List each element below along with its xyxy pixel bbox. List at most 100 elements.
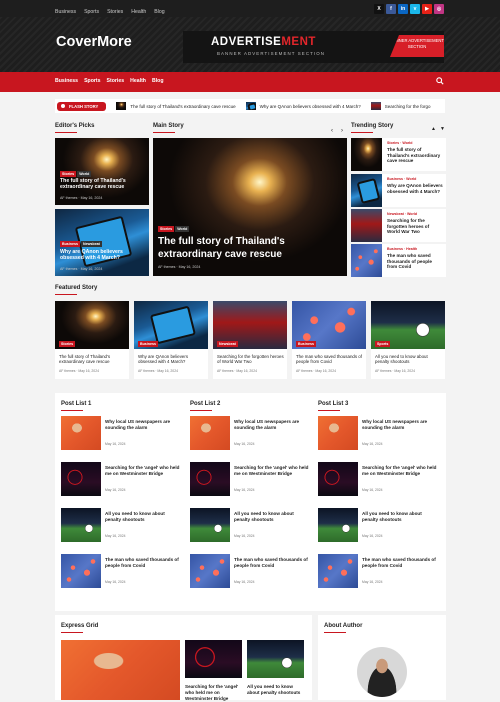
nav-item-stories[interactable]: Stories bbox=[107, 78, 125, 84]
flash-item[interactable]: The full story of Thailand's extraordina… bbox=[116, 102, 236, 110]
top-link-business[interactable]: Business bbox=[55, 9, 76, 15]
editors-pick-card[interactable]: Business Newsbeat Why are QAnon believers… bbox=[55, 209, 149, 276]
post-list-item[interactable]: The man who saved thousands of people fr… bbox=[61, 554, 181, 588]
youtube-icon[interactable]: ▶ bbox=[422, 3, 432, 14]
trending-item[interactable]: Stories · World The full story of Thailan… bbox=[351, 138, 446, 171]
instagram-icon[interactable]: ◎ bbox=[434, 3, 444, 14]
linkedin-icon[interactable]: in bbox=[398, 3, 408, 14]
post-title[interactable]: Why local US newspapers are sounding the… bbox=[362, 419, 438, 431]
editors-pick-meta: AF themes · May 16, 2024 bbox=[60, 267, 103, 271]
main-prev-arrow-icon[interactable]: ‹ bbox=[331, 128, 333, 134]
post-date: May 16, 2024 bbox=[105, 442, 126, 446]
post-thumbnail[interactable] bbox=[190, 462, 230, 496]
post-date: May 16, 2024 bbox=[362, 580, 383, 584]
top-link-sports[interactable]: Sports bbox=[84, 9, 99, 15]
featured-card[interactable]: Sports All you need to know about penalty… bbox=[371, 301, 445, 379]
post-title[interactable]: The man who saved thousands of people fr… bbox=[105, 557, 181, 569]
ad-tag: BANNER ADVERTISEMENT SECTION bbox=[390, 35, 444, 57]
post-list-item[interactable]: Searching for the 'angel' who held me on… bbox=[318, 462, 438, 496]
vimeo-icon[interactable]: v bbox=[410, 3, 420, 14]
main-story-card[interactable]: Stories World The full story of Thailand'… bbox=[153, 138, 347, 276]
trending-down-arrow-icon[interactable]: ▼ bbox=[440, 126, 445, 132]
post-thumbnail[interactable] bbox=[318, 554, 358, 588]
express-item-title[interactable]: Searching for the 'angel' who held me on… bbox=[185, 684, 243, 702]
express-item-title[interactable]: All you need to know about penalty shoot… bbox=[247, 684, 305, 696]
post-list-item[interactable]: Why local US newspapers are sounding the… bbox=[318, 416, 438, 450]
search-icon[interactable] bbox=[436, 77, 444, 85]
post-thumbnail[interactable] bbox=[318, 416, 358, 450]
post-title[interactable]: The man who saved thousands of people fr… bbox=[362, 557, 438, 569]
post-title[interactable]: Why local US newspapers are sounding the… bbox=[234, 419, 310, 431]
section-title-about: About Author bbox=[324, 623, 363, 633]
post-list-item[interactable]: The man who saved thousands of people fr… bbox=[190, 554, 310, 588]
post-title[interactable]: Searching for the 'angel' who held me on… bbox=[105, 465, 181, 477]
featured-card[interactable]: Business Why are QAnon believers obsessed… bbox=[134, 301, 208, 379]
post-thumbnail[interactable] bbox=[190, 416, 230, 450]
top-link-blog[interactable]: Blog bbox=[154, 9, 164, 15]
editors-pick-card[interactable]: Stories World The full story of Thailand'… bbox=[55, 138, 149, 205]
trending-item[interactable]: Business · World Why are QAnon believers … bbox=[351, 174, 446, 207]
express-item-image[interactable] bbox=[185, 640, 242, 678]
main-next-arrow-icon[interactable]: › bbox=[341, 128, 343, 134]
post-list-item[interactable]: All you need to know about penalty shoot… bbox=[61, 508, 181, 542]
top-link-stories[interactable]: Stories bbox=[107, 9, 123, 15]
section-title-editors: Editor's Picks bbox=[55, 123, 95, 133]
express-lead-image[interactable] bbox=[61, 640, 180, 700]
post-date: May 16, 2024 bbox=[362, 534, 383, 538]
trending-item[interactable]: Business · Health The man who saved thous… bbox=[351, 244, 446, 277]
post-title[interactable]: Searching for the 'angel' who held me on… bbox=[234, 465, 310, 477]
trending-item[interactable]: Newsbeat · World Searching for the forgot… bbox=[351, 209, 446, 242]
post-list-item[interactable]: All you need to know about penalty shoot… bbox=[318, 508, 438, 542]
editors-pick-title[interactable]: The full story of Thailand's extraordina… bbox=[60, 178, 146, 191]
post-thumbnail[interactable] bbox=[61, 508, 101, 542]
post-thumbnail[interactable] bbox=[318, 462, 358, 496]
advertisement-banner[interactable]: ADVERTISEMENT BANNER ADVERTISEMENT SECTI… bbox=[183, 31, 444, 63]
post-title[interactable]: All you need to know about penalty shoot… bbox=[105, 511, 181, 523]
post-thumbnail[interactable] bbox=[61, 416, 101, 450]
post-thumbnail[interactable] bbox=[190, 508, 230, 542]
trending-up-arrow-icon[interactable]: ▲ bbox=[431, 126, 436, 132]
post-list-item[interactable]: Why local US newspapers are sounding the… bbox=[61, 416, 181, 450]
post-date: May 16, 2024 bbox=[234, 580, 255, 584]
facebook-icon[interactable]: f bbox=[386, 3, 396, 14]
post-thumbnail[interactable] bbox=[318, 508, 358, 542]
featured-card[interactable]: Newsbeat Searching for the forgotten hero… bbox=[213, 301, 287, 379]
site-header: CoverMore ADVERTISEMENT BANNER ADVERTISE… bbox=[0, 17, 500, 72]
editors-pick-title[interactable]: Why are QAnon believers obsessed with 4 … bbox=[60, 249, 146, 262]
nav-item-health[interactable]: Health bbox=[130, 78, 146, 84]
post-title[interactable]: Why local US newspapers are sounding the… bbox=[105, 419, 181, 431]
social-icons: Xf in v ▶ ◎ bbox=[374, 3, 444, 14]
top-link-health[interactable]: Health bbox=[131, 9, 146, 15]
post-thumbnail[interactable] bbox=[190, 554, 230, 588]
site-logo[interactable]: CoverMore bbox=[56, 34, 132, 50]
post-thumbnail[interactable] bbox=[61, 462, 101, 496]
featured-card[interactable]: Business The man who saved thousands of p… bbox=[292, 301, 366, 379]
post-list-item[interactable]: Searching for the 'angel' who held me on… bbox=[61, 462, 181, 496]
flash-story-label: FLASH STORY bbox=[57, 101, 107, 111]
post-title[interactable]: All you need to know about penalty shoot… bbox=[234, 511, 310, 523]
post-list-item[interactable]: Why local US newspapers are sounding the… bbox=[190, 416, 310, 450]
section-title-postlist-3: Post List 3 bbox=[318, 401, 349, 411]
post-title[interactable]: All you need to know about penalty shoot… bbox=[362, 511, 438, 523]
post-list-item[interactable]: The man who saved thousands of people fr… bbox=[318, 554, 438, 588]
post-title[interactable]: The man who saved thousands of people fr… bbox=[234, 557, 310, 569]
flash-item[interactable]: Why are QAnon believers obsessed with 4 … bbox=[245, 102, 361, 110]
nav-item-sports[interactable]: Sports bbox=[84, 78, 100, 84]
post-list-item[interactable]: Searching for the 'angel' who held me on… bbox=[190, 462, 310, 496]
express-item-image[interactable] bbox=[247, 640, 304, 678]
post-date: May 16, 2024 bbox=[362, 488, 383, 492]
nav-item-business[interactable]: Business bbox=[55, 78, 78, 84]
post-date: May 16, 2024 bbox=[234, 442, 255, 446]
ad-heading: ADVERTISEMENT bbox=[211, 36, 316, 48]
post-date: May 16, 2024 bbox=[234, 534, 255, 538]
post-list-item[interactable]: All you need to know about penalty shoot… bbox=[190, 508, 310, 542]
flash-item[interactable]: Searching for the forgo bbox=[370, 102, 431, 110]
section-title-postlist-2: Post List 2 bbox=[190, 401, 221, 411]
nav-item-blog[interactable]: Blog bbox=[152, 78, 164, 84]
x-icon[interactable]: X bbox=[374, 3, 384, 14]
post-thumbnail[interactable] bbox=[61, 554, 101, 588]
editors-pick-meta: AF themes · May 16, 2024 bbox=[60, 196, 103, 200]
main-story-title[interactable]: The full story of Thailand's extraordina… bbox=[158, 235, 338, 261]
post-title[interactable]: Searching for the 'angel' who held me on… bbox=[362, 465, 438, 477]
featured-card[interactable]: Stories The full story of Thailand's extr… bbox=[55, 301, 129, 379]
